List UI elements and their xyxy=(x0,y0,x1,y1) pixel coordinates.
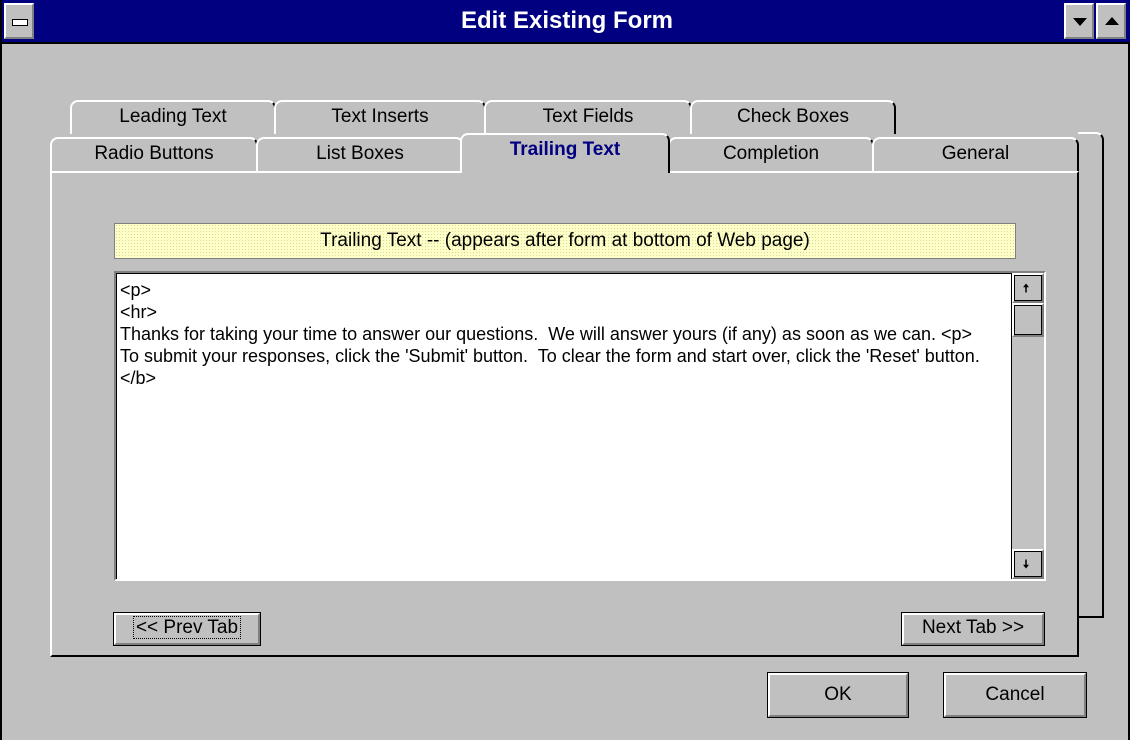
edit-form-window: Edit Existing Form Leading Text Text Ins… xyxy=(0,0,1130,740)
trailing-text-heading: Trailing Text -- (appears after form at … xyxy=(114,223,1016,259)
trailing-text-editor[interactable]: <p> <hr> Thanks for taking your time to … xyxy=(114,271,1046,581)
title-bar[interactable]: Edit Existing Form xyxy=(2,0,1130,44)
back-tab-panel-edge xyxy=(1078,132,1104,618)
tab-trailing-text[interactable]: Trailing Text xyxy=(460,133,670,173)
vertical-scrollbar[interactable] xyxy=(1011,273,1044,579)
scroll-down-button[interactable] xyxy=(1012,549,1044,579)
tab-leading-text[interactable]: Leading Text xyxy=(70,100,276,134)
minimize-button[interactable] xyxy=(1064,3,1094,39)
tab-check-boxes[interactable]: Check Boxes xyxy=(690,100,896,134)
tab-text-fields[interactable]: Text Fields xyxy=(484,100,692,134)
down-arrow-icon xyxy=(1073,18,1087,26)
down-arrow-icon xyxy=(1023,559,1029,569)
scroll-thumb[interactable] xyxy=(1012,303,1044,337)
editor-content[interactable]: <p> <hr> Thanks for taking your time to … xyxy=(120,279,1010,575)
next-tab-button[interactable]: Next Tab >> xyxy=(902,613,1044,645)
scroll-up-button[interactable] xyxy=(1012,273,1044,303)
ok-button[interactable]: OK xyxy=(768,673,908,717)
tab-list-boxes[interactable]: List Boxes xyxy=(256,137,464,171)
up-arrow-icon xyxy=(1105,17,1119,25)
prev-tab-button[interactable]: << Prev Tab xyxy=(114,613,260,645)
up-arrow-icon xyxy=(1023,283,1029,293)
tab-radio-buttons[interactable]: Radio Buttons xyxy=(50,137,258,171)
tab-general[interactable]: General xyxy=(872,137,1079,171)
tab-panel: Trailing Text -- (appears after form at … xyxy=(50,171,1079,657)
tab-text-inserts[interactable]: Text Inserts xyxy=(274,100,486,134)
maximize-button[interactable] xyxy=(1096,3,1126,39)
tab-completion[interactable]: Completion xyxy=(668,137,874,171)
window-title: Edit Existing Form xyxy=(460,7,673,34)
cancel-button[interactable]: Cancel xyxy=(944,673,1086,717)
